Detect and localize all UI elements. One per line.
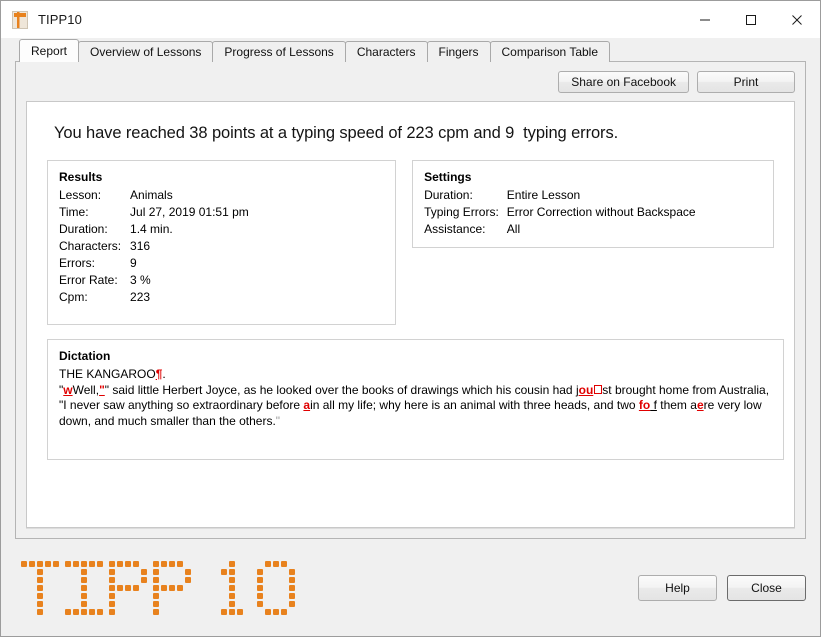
table-row: Error Rate: 3 % bbox=[59, 273, 249, 290]
summary-panels: Results Lesson: Animals Time: Jul 27, 20… bbox=[47, 160, 774, 325]
settings-value-typing-errors: Error Correction without Backspace bbox=[506, 205, 696, 219]
window-controls bbox=[682, 1, 820, 38]
dictation-panel: Dictation THE KANGAROO¶. "wWell,"" said … bbox=[47, 339, 784, 460]
results-table: Lesson: Animals Time: Jul 27, 2019 01:51… bbox=[59, 188, 249, 307]
results-key-error-rate: Error Rate: bbox=[59, 273, 118, 287]
table-row: Characters: 316 bbox=[59, 239, 249, 256]
results-key-time: Time: bbox=[59, 205, 89, 219]
dictation-plain-text: " said little Herbert Joyce, as he looke… bbox=[104, 382, 579, 397]
tab-fingers[interactable]: Fingers bbox=[426, 41, 491, 62]
dictation-faint-char: " bbox=[275, 413, 281, 428]
dictation-error-char: ou bbox=[578, 382, 594, 397]
logo-glyph bbox=[109, 560, 147, 615]
results-value-characters: 316 bbox=[130, 239, 151, 253]
table-row: Typing Errors: Error Correction without … bbox=[424, 205, 695, 222]
tab-overview-of-lessons[interactable]: Overview of Lessons bbox=[78, 41, 214, 62]
settings-value-duration: Entire Lesson bbox=[506, 188, 581, 202]
results-key-errors: Errors: bbox=[59, 256, 95, 270]
tab-characters[interactable]: Characters bbox=[344, 41, 428, 62]
logo-glyph bbox=[257, 560, 295, 615]
print-button[interactable]: Print bbox=[697, 71, 795, 93]
logo-glyph bbox=[153, 560, 191, 615]
footer-buttons: Help Close bbox=[638, 574, 806, 601]
tab-report[interactable]: Report bbox=[19, 39, 80, 62]
dictation-plain-text: Well, bbox=[72, 382, 100, 397]
table-row: Lesson: Animals bbox=[59, 188, 249, 205]
dictation-plain-text: THE KANGAROO bbox=[59, 367, 156, 381]
results-value-duration: 1.4 min. bbox=[130, 222, 173, 236]
results-key-lesson: Lesson: bbox=[59, 188, 102, 202]
dictation-inserted-char: f bbox=[650, 398, 657, 413]
settings-key-typing-errors: Typing Errors: bbox=[424, 205, 499, 219]
minimize-icon[interactable] bbox=[682, 1, 728, 38]
dictation-plain-text: in all my life; why here is an animal wi… bbox=[310, 398, 639, 413]
table-row: Cpm: 223 bbox=[59, 290, 249, 307]
dictation-error-char: e bbox=[696, 398, 704, 413]
share-on-facebook-button[interactable]: Share on Facebook bbox=[558, 71, 689, 93]
dictation-missing-char bbox=[593, 384, 602, 394]
logo-glyph bbox=[213, 560, 251, 615]
maximize-icon[interactable] bbox=[728, 1, 774, 38]
close-button[interactable]: Close bbox=[727, 574, 806, 601]
settings-value-assistance: All bbox=[506, 222, 521, 236]
window-title: TIPP10 bbox=[38, 12, 82, 27]
dictation-title: Dictation bbox=[59, 349, 111, 363]
close-icon[interactable] bbox=[774, 1, 820, 38]
report-tab-panel: Share on Facebook Print You have reached… bbox=[15, 61, 806, 539]
tab-comparison-table[interactable]: Comparison Table bbox=[489, 41, 611, 62]
footer-bar: Help Close bbox=[1, 539, 820, 636]
title-bar: TIPP10 bbox=[1, 1, 820, 38]
settings-key-duration: Duration: bbox=[424, 188, 473, 202]
dictation-plain-text: them a bbox=[656, 398, 697, 413]
report-toolbar: Share on Facebook Print bbox=[26, 71, 795, 93]
dictation-error-char: w bbox=[63, 382, 73, 397]
settings-table: Duration: Entire Lesson Typing Errors: E… bbox=[424, 188, 695, 239]
settings-key-assistance: Assistance: bbox=[424, 222, 486, 236]
application-window: TIPP10 Report Overview of Lessons Progre… bbox=[0, 0, 821, 637]
table-row: Time: Jul 27, 2019 01:51 pm bbox=[59, 205, 249, 222]
results-value-lesson: Animals bbox=[130, 188, 173, 202]
results-title: Results bbox=[59, 170, 103, 184]
table-row: Assistance: All bbox=[424, 222, 695, 239]
report-card: You have reached 38 points at a typing s… bbox=[26, 101, 795, 528]
app-icon bbox=[12, 10, 28, 29]
results-key-cpm: Cpm: bbox=[59, 290, 88, 304]
tipp10-logo bbox=[21, 560, 295, 615]
tab-progress-of-lessons[interactable]: Progress of Lessons bbox=[212, 41, 346, 62]
results-panel: Results Lesson: Animals Time: Jul 27, 20… bbox=[47, 160, 397, 325]
table-row: Duration: Entire Lesson bbox=[424, 188, 695, 205]
logo-glyph bbox=[21, 560, 59, 615]
tab-bar: Report Overview of Lessons Progress of L… bbox=[1, 38, 820, 62]
report-headline: You have reached 38 points at a typing s… bbox=[54, 124, 619, 142]
dictation-text: THE KANGAROO¶. "wWell,"" said little Her… bbox=[59, 367, 772, 429]
settings-panel: Settings Duration: Entire Lesson Typing … bbox=[412, 160, 774, 248]
logo-glyph bbox=[65, 560, 103, 615]
table-row: Errors: 9 bbox=[59, 256, 249, 273]
results-value-error-rate: 3 % bbox=[130, 273, 151, 287]
results-key-duration: Duration: bbox=[59, 222, 108, 236]
dictation-plain-text: . bbox=[162, 367, 166, 381]
dictation-error-char: fo bbox=[638, 398, 651, 413]
results-value-errors: 9 bbox=[130, 256, 137, 270]
table-row: Duration: 1.4 min. bbox=[59, 222, 249, 239]
results-value-time: Jul 27, 2019 01:51 pm bbox=[130, 205, 249, 219]
help-button[interactable]: Help bbox=[638, 574, 717, 601]
results-value-cpm: 223 bbox=[130, 290, 151, 304]
results-key-characters: Characters: bbox=[59, 239, 122, 253]
settings-title: Settings bbox=[424, 170, 472, 184]
